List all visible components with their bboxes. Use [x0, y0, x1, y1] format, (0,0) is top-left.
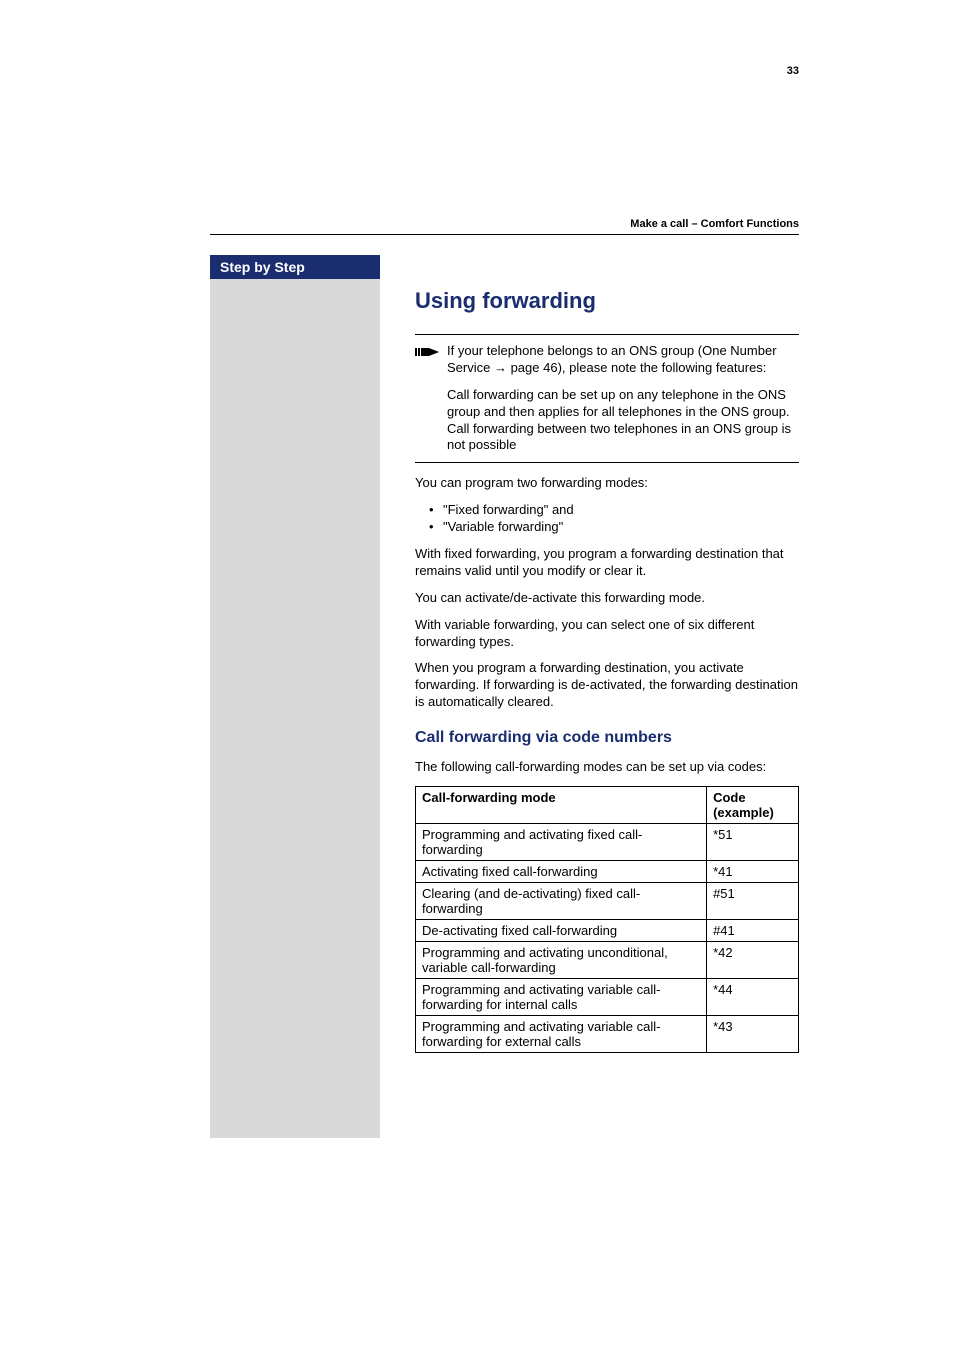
td-mode: Programming and activating unconditional… — [416, 942, 707, 979]
paragraph-table-intro: The following call-forwarding modes can … — [415, 759, 799, 776]
page-title: Using forwarding — [415, 288, 799, 314]
td-code: *44 — [707, 979, 799, 1016]
table-row: Programming and activating variable call… — [416, 979, 799, 1016]
note-paragraph-1: If your telephone belongs to an ONS grou… — [447, 343, 799, 377]
td-code: #51 — [707, 883, 799, 920]
page-container: Make a call – Comfort Functions Step by … — [0, 0, 954, 260]
td-code: *43 — [707, 1016, 799, 1053]
paragraph-variable: With variable forwarding, you can select… — [415, 617, 799, 651]
content-area: Using forwarding If your telephone belon… — [415, 288, 799, 1053]
table-row: Activating fixed call-forwarding *41 — [416, 861, 799, 883]
paragraph-destination: When you program a forwarding destinatio… — [415, 660, 799, 711]
td-mode: Programming and activating fixed call-fo… — [416, 824, 707, 861]
th-code: Code (example) — [707, 787, 799, 824]
note-p1-b: page 46), please note the following feat… — [507, 360, 766, 375]
table-row: Programming and activating unconditional… — [416, 942, 799, 979]
table-header-row: Call-forwarding mode Code (example) — [416, 787, 799, 824]
note-content: If your telephone belongs to an ONS grou… — [447, 343, 799, 454]
table-row: De-activating fixed call-forwarding #41 — [416, 920, 799, 942]
page-number: 33 — [787, 65, 799, 77]
section-heading: Call forwarding via code numbers — [415, 729, 799, 747]
arrow-icon: → — [494, 360, 507, 375]
td-code: *42 — [707, 942, 799, 979]
bullet-list: "Fixed forwarding" and "Variable forward… — [415, 502, 799, 536]
td-code: #41 — [707, 920, 799, 942]
header-rule — [210, 234, 799, 235]
sidebar-title: Step by Step — [210, 255, 380, 279]
code-table: Call-forwarding mode Code (example) Prog… — [415, 786, 799, 1053]
running-header: Make a call – Comfort Functions — [630, 218, 799, 230]
sidebar-column — [210, 255, 380, 1138]
list-item: "Variable forwarding" — [415, 519, 799, 536]
paragraph-activate: You can activate/de-activate this forwar… — [415, 590, 799, 607]
note-paragraph-2: Call forwarding can be set up on any tel… — [447, 387, 799, 455]
td-mode: Programming and activating variable call… — [416, 979, 707, 1016]
td-mode: Clearing (and de-activating) fixed call-… — [416, 883, 707, 920]
table-row: Programming and activating fixed call-fo… — [416, 824, 799, 861]
paragraph-fixed: With fixed forwarding, you program a for… — [415, 546, 799, 580]
note-arrow-icon — [415, 345, 439, 359]
td-code: *51 — [707, 824, 799, 861]
td-mode: Programming and activating variable call… — [416, 1016, 707, 1053]
table-row: Clearing (and de-activating) fixed call-… — [416, 883, 799, 920]
td-code: *41 — [707, 861, 799, 883]
table-row: Programming and activating variable call… — [416, 1016, 799, 1053]
td-mode: De-activating fixed call-forwarding — [416, 920, 707, 942]
list-item: "Fixed forwarding" and — [415, 502, 799, 519]
th-mode: Call-forwarding mode — [416, 787, 707, 824]
td-mode: Activating fixed call-forwarding — [416, 861, 707, 883]
note-box: If your telephone belongs to an ONS grou… — [415, 334, 799, 463]
paragraph-modes-intro: You can program two forwarding modes: — [415, 475, 799, 492]
